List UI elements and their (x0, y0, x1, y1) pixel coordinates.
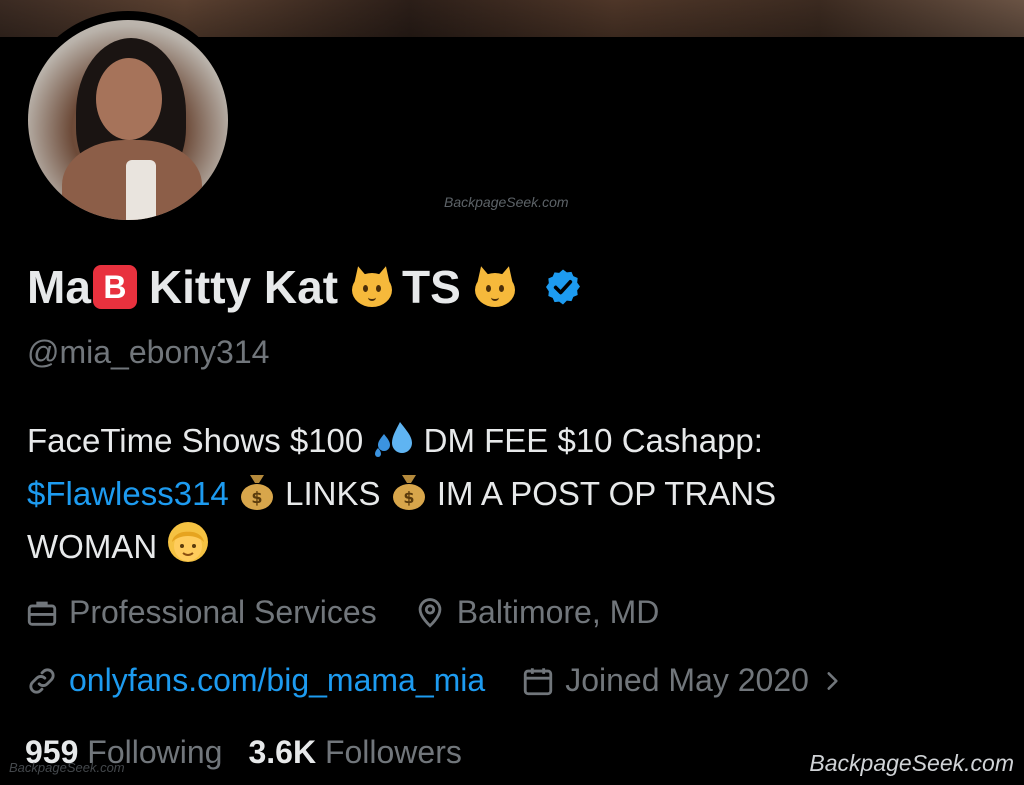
sweat-droplets-emoji (375, 422, 413, 457)
cat-face-emoji (348, 263, 396, 311)
profile-bio: FaceTime Shows $100 DM FEE $10 Cashapp: … (27, 414, 927, 573)
category-label: Professional Services (69, 594, 377, 630)
svg-text:$: $ (403, 488, 414, 507)
money-bag-emoji: $ (392, 475, 425, 510)
watermark-small: BackpageSeek.com (9, 760, 125, 775)
display-name: Ma B Kitty Kat TS (27, 258, 583, 316)
followers-count: 3.6K (248, 734, 317, 770)
bio-post-text: IM A POST OP TRANS (436, 475, 777, 512)
woman-emoji (168, 522, 209, 562)
avatar-face (96, 58, 162, 140)
profile-meta-row-2: onlyfans.com/big_mama_mia Joined May 202… (25, 662, 845, 699)
links-label: LINKS (285, 475, 381, 512)
svg-text:$: $ (251, 488, 262, 507)
b-button-emoji: B (92, 265, 137, 309)
display-name-part3: TS (402, 261, 461, 313)
avatar-top (126, 160, 156, 220)
location-pin-icon (418, 597, 442, 628)
watermark-center: BackpageSeek.com (444, 194, 569, 210)
display-name-part2: Kitty Kat (148, 261, 339, 313)
avatar[interactable] (28, 20, 228, 220)
joined-label: Joined May 2020 (565, 662, 809, 698)
watermark-corner: BackpageSeek.com (809, 750, 1014, 776)
location-item: Baltimore, MD (413, 594, 660, 631)
profile-meta-row-1: Professional Services Baltimore, MD (25, 594, 659, 631)
website-link[interactable]: onlyfans.com/big_mama_mia (69, 662, 485, 699)
link-icon (29, 667, 55, 694)
bio-line3: WOMAN (27, 528, 158, 565)
joined-item[interactable]: Joined May 2020 (521, 662, 845, 699)
chevron-right-icon[interactable] (819, 668, 845, 694)
cashtag-link[interactable]: $Flawless314 (27, 475, 229, 512)
display-name-part1: Ma (27, 261, 91, 313)
followers-stat[interactable]: 3.6K Followers (248, 734, 461, 771)
money-bag-emoji: $ (240, 475, 273, 510)
cat-face-emoji (471, 263, 519, 311)
calendar-icon (524, 667, 553, 695)
followers-label: Followers (324, 734, 462, 770)
briefcase-icon (27, 601, 57, 626)
website-item[interactable]: onlyfans.com/big_mama_mia (25, 662, 485, 699)
location-label: Baltimore, MD (456, 594, 660, 630)
profile-handle: @mia_ebony314 (27, 334, 270, 370)
category-item: Professional Services (25, 594, 377, 631)
bio-line1b: DM FEE $10 Cashapp: (423, 422, 763, 459)
bio-line1: FaceTime Shows $100 (27, 422, 364, 459)
verified-badge-icon[interactable] (543, 267, 583, 307)
